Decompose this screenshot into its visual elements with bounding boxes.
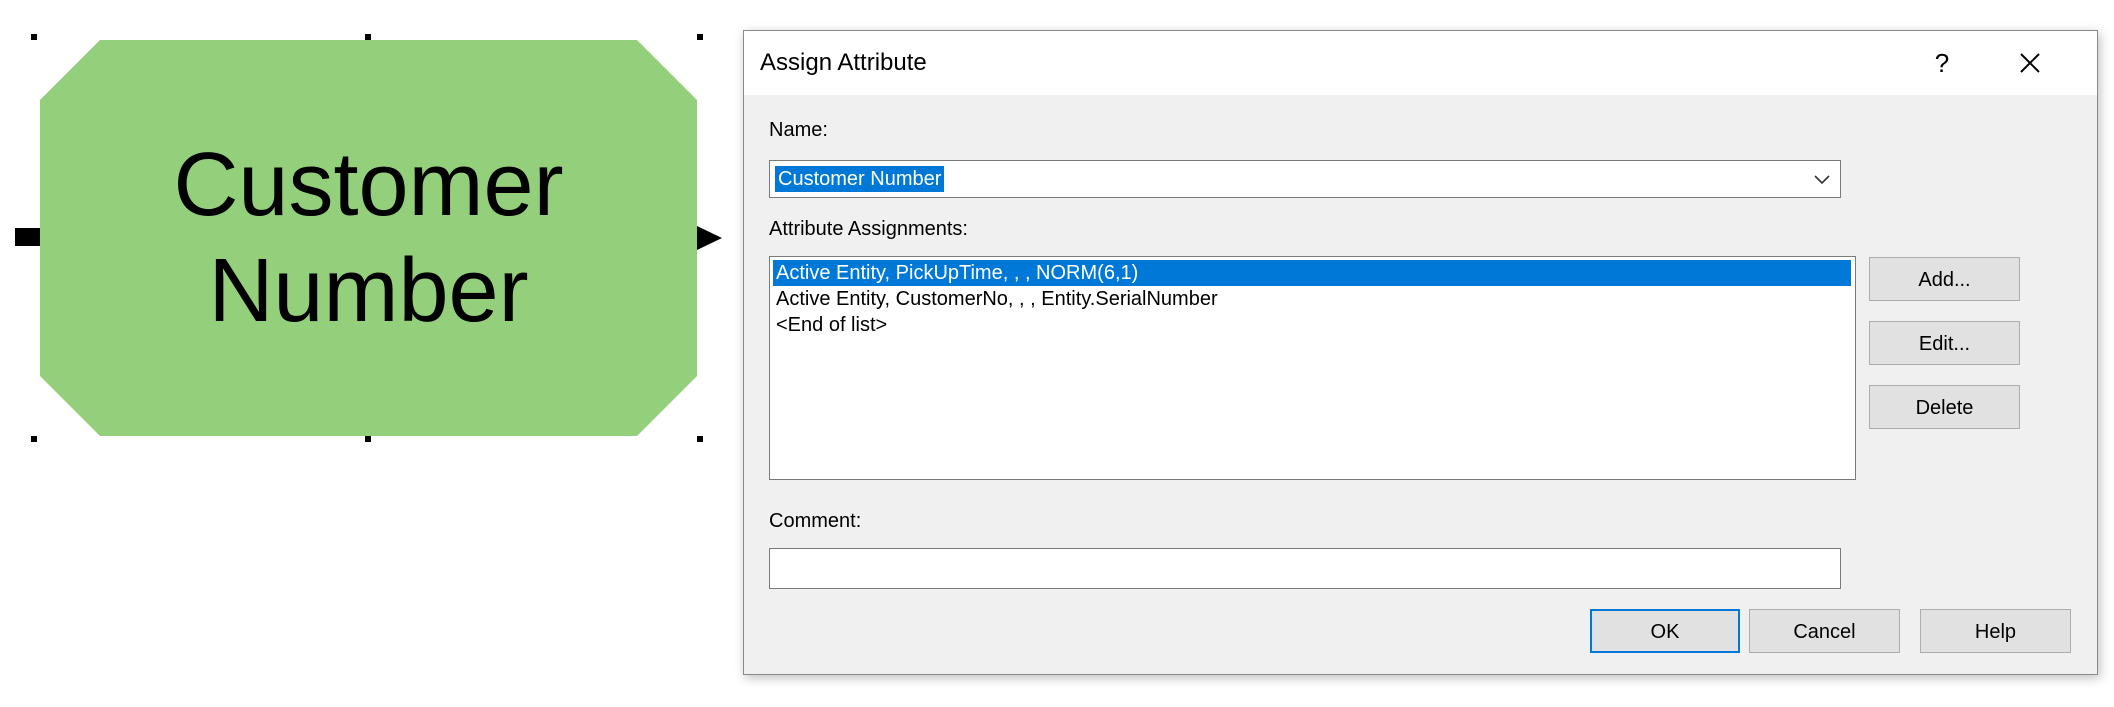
selection-handle-top-left[interactable]: [31, 34, 37, 40]
close-x-icon: [2020, 53, 2040, 73]
cancel-button[interactable]: Cancel: [1749, 609, 1900, 653]
dialog-title: Assign Attribute: [760, 49, 927, 76]
add-button[interactable]: Add...: [1869, 257, 2020, 301]
chevron-down-icon[interactable]: [1810, 167, 1834, 191]
model-canvas[interactable]: Customer Number: [0, 0, 740, 707]
close-button[interactable]: [2006, 45, 2054, 81]
context-help-button[interactable]: ?: [1922, 45, 1962, 81]
entry-connector-icon: [15, 228, 40, 246]
exit-connector-icon: [697, 226, 722, 250]
name-combobox[interactable]: Customer Number: [769, 160, 1841, 198]
comment-input[interactable]: [769, 548, 1841, 589]
selection-handle-top-right[interactable]: [697, 34, 703, 40]
list-item[interactable]: Active Entity, CustomerNo, , , Entity.Se…: [773, 286, 1851, 312]
list-item-end-of-list[interactable]: <End of list>: [773, 312, 1851, 338]
selection-handle-bottom-left[interactable]: [31, 436, 37, 442]
help-button[interactable]: Help: [1920, 609, 2071, 653]
module-label: Customer Number: [173, 135, 564, 341]
comment-label: Comment:: [769, 510, 862, 532]
attribute-assignments-label: Attribute Assignments:: [769, 218, 968, 240]
name-combobox-value[interactable]: Customer Number: [775, 166, 945, 192]
selection-handle-top-center[interactable]: [365, 34, 371, 40]
attribute-assignments-listbox[interactable]: Active Entity, PickUpTime, , , NORM(6,1)…: [769, 256, 1856, 480]
edit-button[interactable]: Edit...: [1869, 321, 2020, 365]
selection-handle-bottom-center[interactable]: [365, 436, 371, 442]
name-label: Name:: [769, 119, 828, 141]
selection-handle-bottom-right[interactable]: [697, 436, 703, 442]
ok-button[interactable]: OK: [1590, 609, 1740, 653]
delete-button[interactable]: Delete: [1869, 385, 2020, 429]
list-item[interactable]: Active Entity, PickUpTime, , , NORM(6,1): [773, 260, 1851, 286]
dialog-titlebar[interactable]: Assign Attribute ?: [744, 31, 2097, 95]
assign-attribute-dialog: Assign Attribute ? Name: Customer Number…: [743, 30, 2098, 675]
